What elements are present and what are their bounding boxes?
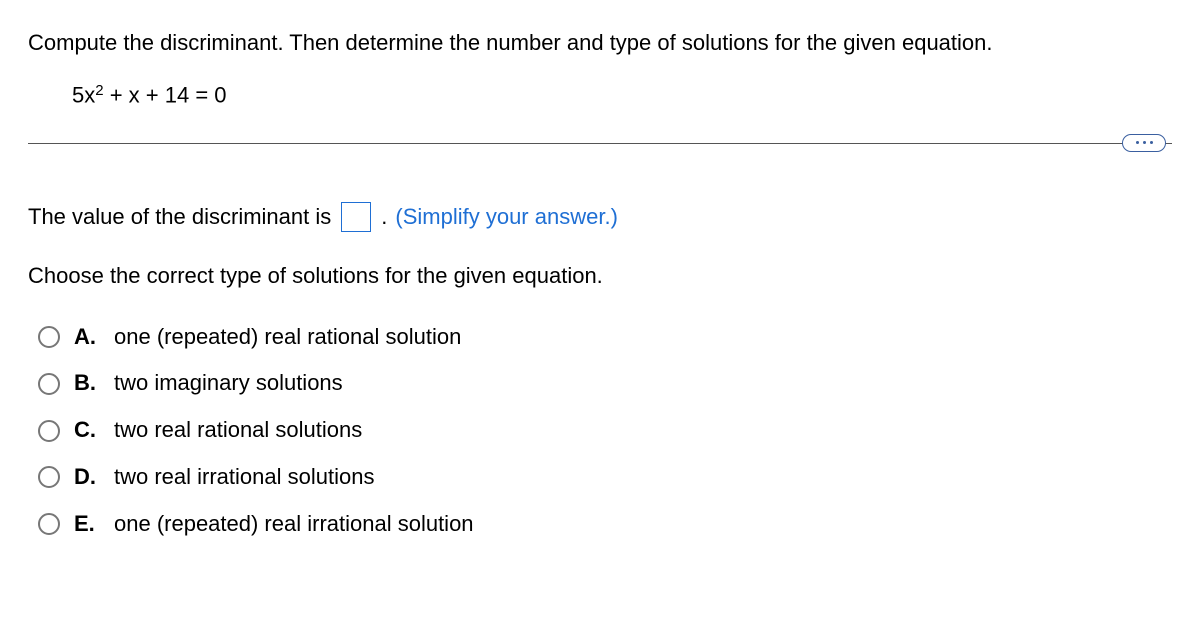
discriminant-answer-input[interactable] [341,202,371,232]
equation-part-a: 5x [72,82,95,107]
option-letter: C. [74,415,100,446]
option-letter: A. [74,322,100,353]
instruction-text: Compute the discriminant. Then determine… [28,28,1172,59]
option-a: A. one (repeated) real rational solution [38,322,1172,353]
radio-b[interactable] [38,373,60,395]
dot-icon [1150,141,1153,144]
option-b: B. two imaginary solutions [38,368,1172,399]
more-button[interactable] [1122,134,1166,152]
equation: 5x2 + x + 14 = 0 [72,79,1172,111]
option-letter: D. [74,462,100,493]
option-text: one (repeated) real irrational solution [114,509,474,540]
radio-e[interactable] [38,513,60,535]
equation-exponent: 2 [95,82,103,99]
discriminant-prefix: The value of the discriminant is [28,202,331,233]
option-letter: E. [74,509,100,540]
radio-c[interactable] [38,420,60,442]
option-d: D. two real irrational solutions [38,462,1172,493]
option-text: two real irrational solutions [114,462,374,493]
dot-icon [1136,141,1139,144]
radio-d[interactable] [38,466,60,488]
option-c: C. two real rational solutions [38,415,1172,446]
discriminant-suffix: . [381,202,387,233]
option-letter: B. [74,368,100,399]
options-list: A. one (repeated) real rational solution… [28,322,1172,540]
divider [28,143,1172,144]
option-text: two imaginary solutions [114,368,343,399]
radio-a[interactable] [38,326,60,348]
option-e: E. one (repeated) real irrational soluti… [38,509,1172,540]
equation-part-rest: + x + 14 = 0 [104,82,227,107]
divider-section [28,143,1172,144]
choose-instruction: Choose the correct type of solutions for… [28,261,1172,292]
dot-icon [1143,141,1146,144]
option-text: one (repeated) real rational solution [114,322,461,353]
discriminant-question: The value of the discriminant is . (Simp… [28,202,1172,233]
simplify-hint: (Simplify your answer.) [395,202,618,233]
option-text: two real rational solutions [114,415,362,446]
